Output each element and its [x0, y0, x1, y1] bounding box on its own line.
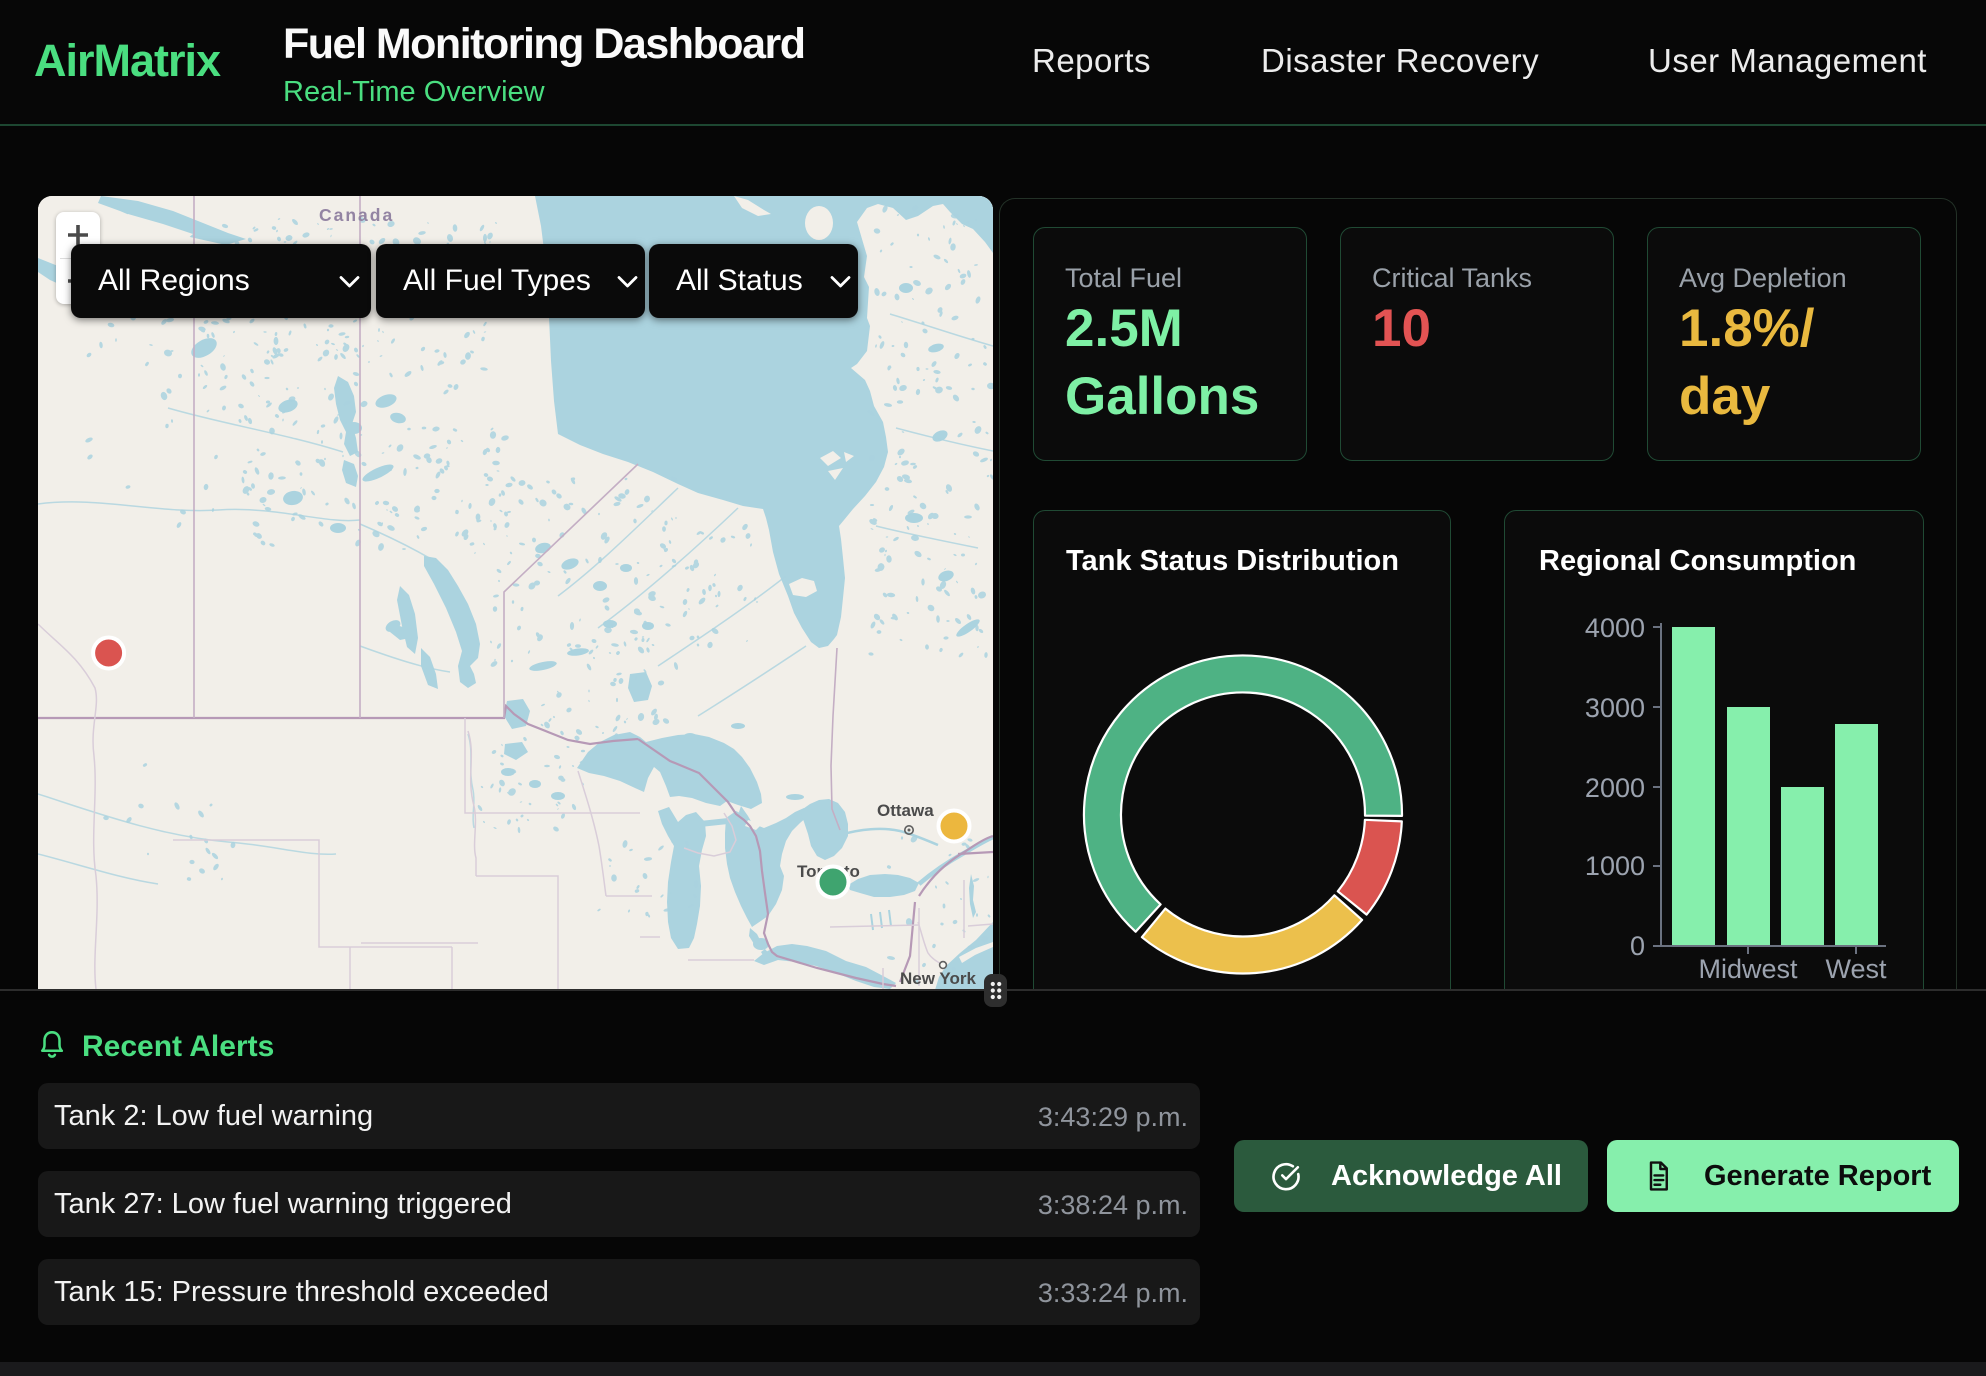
svg-text:New York: New York — [900, 969, 976, 988]
svg-text:Canada: Canada — [319, 205, 394, 225]
svg-text:4000: 4000 — [1585, 613, 1645, 643]
svg-text:West: West — [1825, 954, 1887, 984]
svg-text:1000: 1000 — [1585, 851, 1645, 881]
svg-text:0: 0 — [1630, 931, 1645, 961]
svg-text:2000: 2000 — [1585, 773, 1645, 803]
svg-text:Ottawa: Ottawa — [877, 801, 934, 820]
svg-text:3000: 3000 — [1585, 693, 1645, 723]
svg-text:Midwest: Midwest — [1698, 954, 1798, 984]
